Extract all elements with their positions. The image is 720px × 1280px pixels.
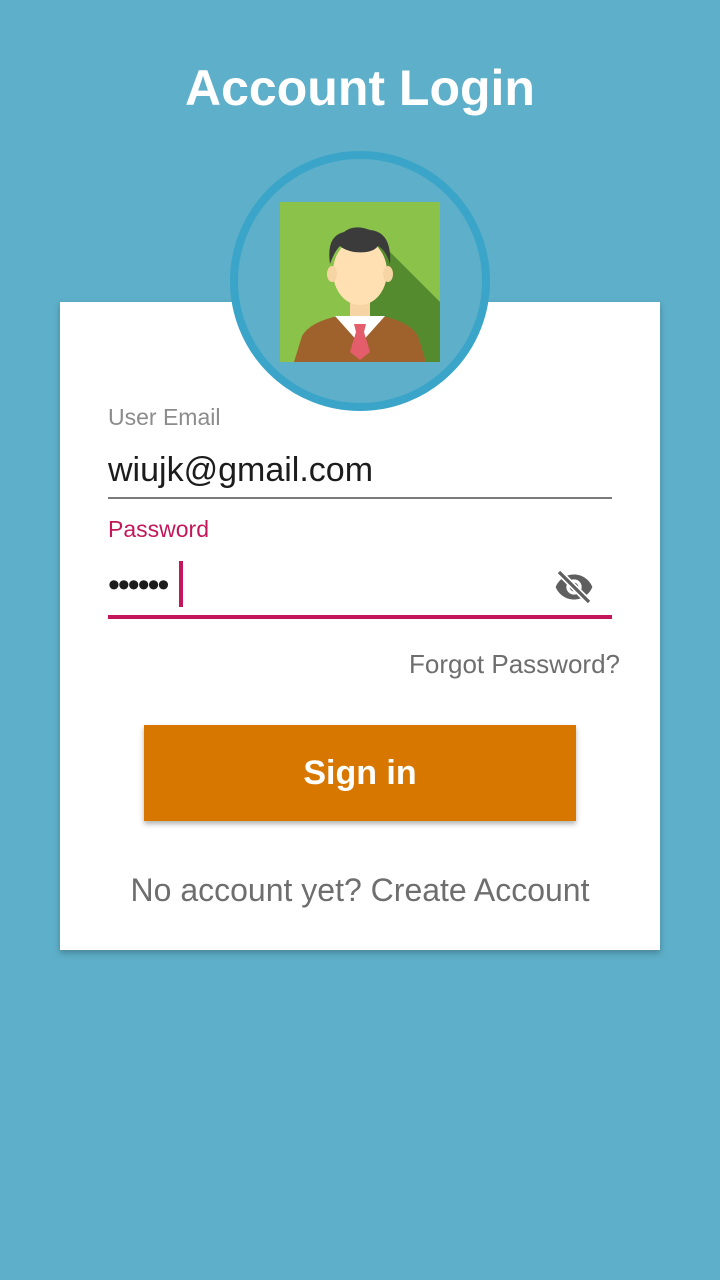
avatar (230, 151, 490, 411)
text-cursor (179, 561, 183, 607)
create-account-link[interactable]: Create Account (371, 872, 590, 908)
password-field[interactable]: •••••• (108, 557, 612, 619)
email-label: User Email (108, 404, 221, 430)
signin-button[interactable]: Sign in (144, 725, 576, 821)
email-field[interactable]: wiujk@gmail.com (108, 447, 612, 499)
password-label: Password (108, 516, 209, 542)
forgot-password-link[interactable]: Forgot Password? (409, 648, 620, 680)
password-value: •••••• (108, 566, 169, 604)
create-account-row: No account yet? Create Account (60, 870, 660, 910)
user-avatar-icon (280, 202, 440, 362)
no-account-text: No account yet? (130, 872, 362, 908)
eye-off-icon[interactable] (550, 567, 598, 607)
page-title: Account Login (185, 60, 535, 116)
